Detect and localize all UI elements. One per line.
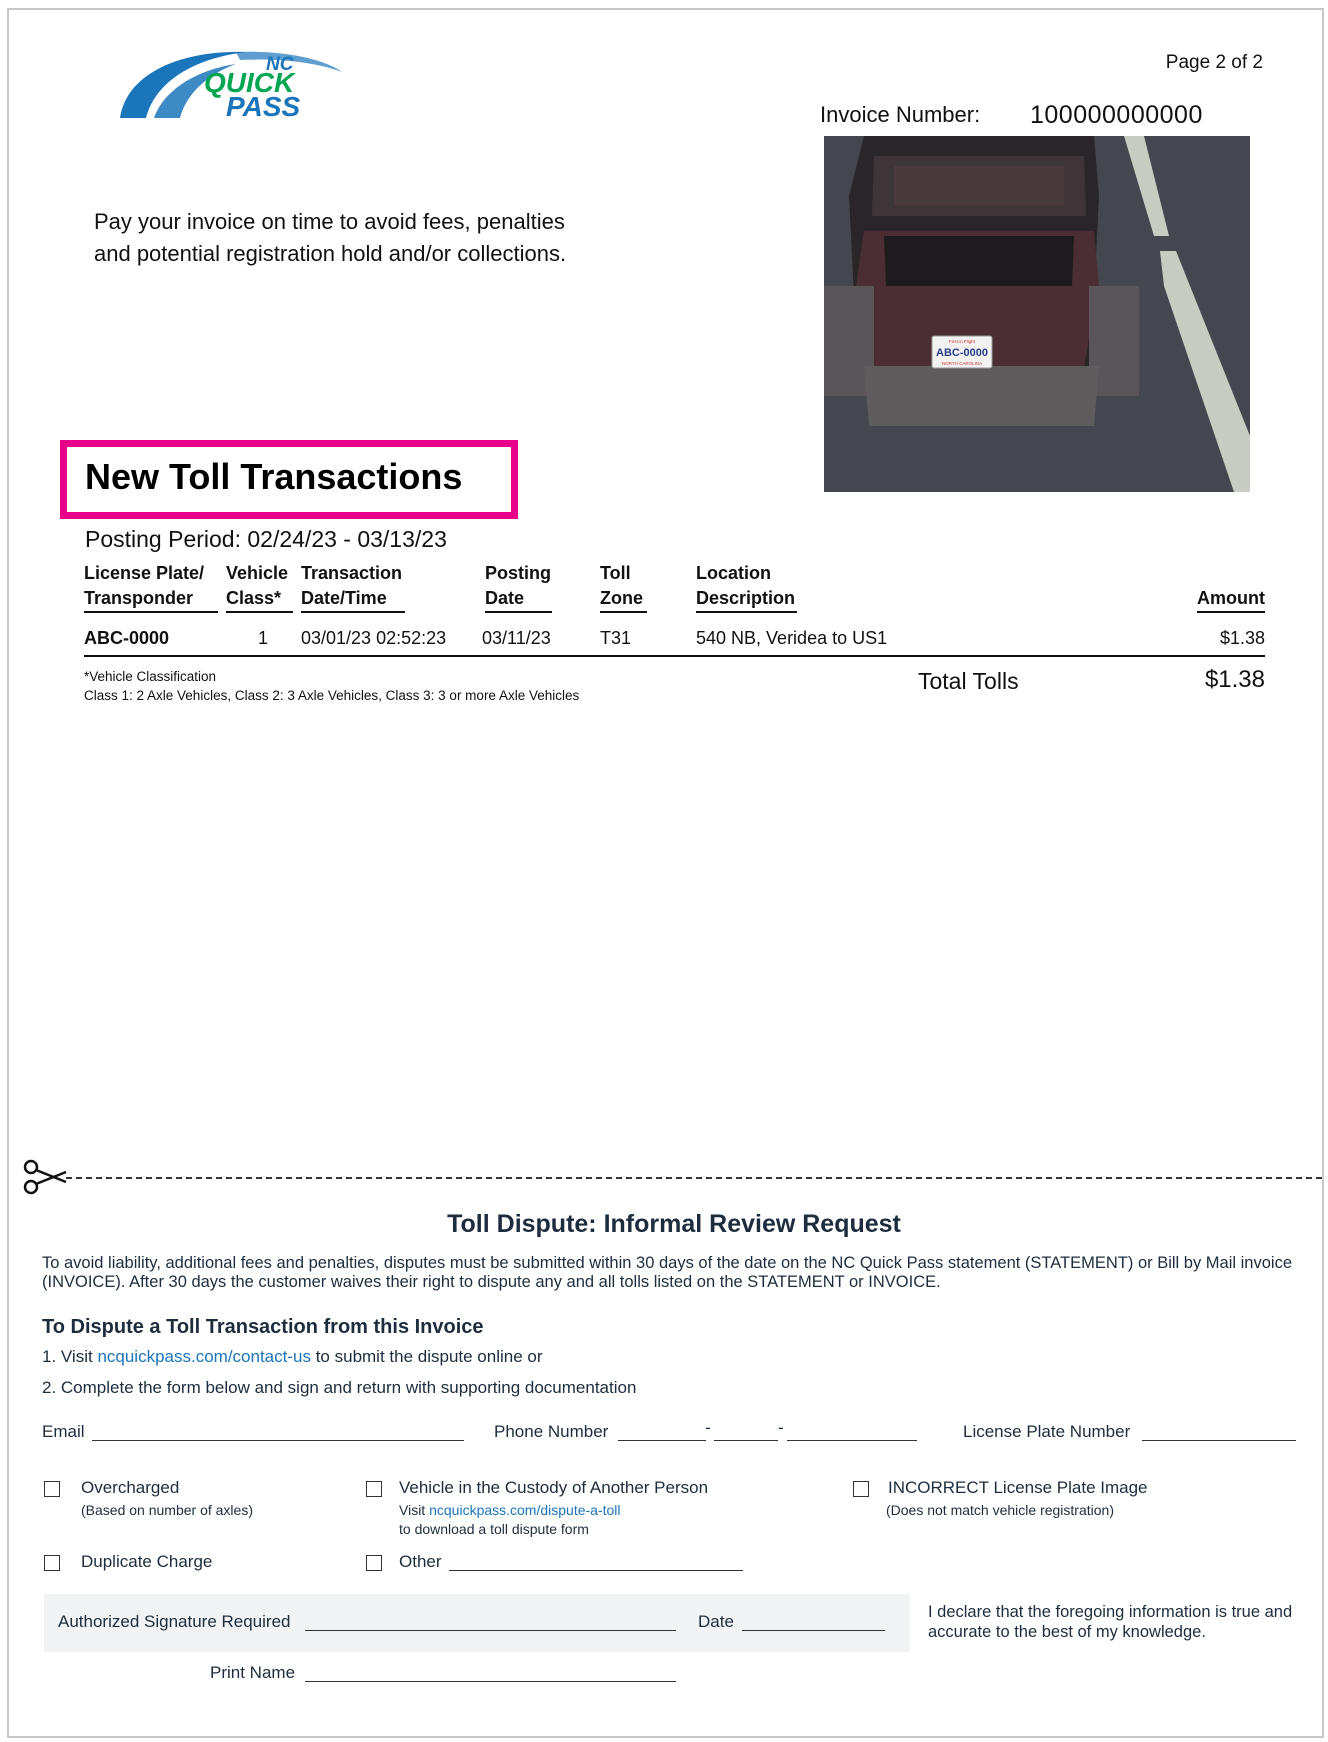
col-header-txn-2: Date/Time xyxy=(301,586,405,613)
incorrect-plate-checkbox[interactable] xyxy=(853,1481,869,1497)
col-header-zone: Toll Zone xyxy=(600,561,647,613)
pay-note-line-2: and potential registration hold and/or c… xyxy=(94,241,567,266)
cell-transaction-datetime: 03/01/23 02:52:23 xyxy=(301,628,447,648)
custody-checkbox[interactable] xyxy=(366,1481,382,1497)
vehicle-photo: First in Flight ABC-0000 NORTH CAROLINA xyxy=(824,136,1250,492)
date-field[interactable] xyxy=(742,1630,885,1631)
signature-label: Authorized Signature Required xyxy=(58,1612,291,1631)
plate-state-top: First in Flight xyxy=(949,339,976,344)
email-label: Email xyxy=(42,1422,85,1441)
posting-period: Posting Period: 02/24/23 - 03/13/23 xyxy=(85,526,447,552)
cell-posting-date: 03/11/23 xyxy=(482,628,551,648)
dispute-intro: To avoid liability, additional fees and … xyxy=(42,1254,1293,1291)
cell-plate: ABC-0000 xyxy=(84,628,170,648)
pay-on-time-note: Pay your invoice on time to avoid fees, … xyxy=(94,206,714,270)
class-note-detail: Class 1: 2 Axle Vehicles, Class 2: 3 Axl… xyxy=(84,688,580,703)
invoice-number-value: 100000000000 xyxy=(1030,101,1203,129)
phone-separator-2: - xyxy=(778,1418,784,1437)
col-header-posting: Posting Date xyxy=(485,561,552,613)
overcharged-checkbox[interactable] xyxy=(44,1481,60,1497)
col-header-transaction: Transaction Date/Time xyxy=(301,561,405,613)
incorrect-plate-label: INCORRECT License Plate Image xyxy=(888,1478,1148,1497)
custody-sub-2: to download a toll dispute form xyxy=(399,1521,589,1537)
plate-state-bottom: NORTH CAROLINA xyxy=(942,361,982,366)
other-field[interactable] xyxy=(449,1570,743,1571)
date-label: Date xyxy=(698,1612,734,1631)
contact-us-link[interactable]: ncquickpass.com/contact-us xyxy=(97,1347,311,1366)
license-plate-label: License Plate Number xyxy=(963,1422,1131,1441)
print-name-label: Print Name xyxy=(210,1663,296,1682)
custody-label: Vehicle in the Custody of Another Person xyxy=(399,1478,709,1497)
col-header-plate: License Plate/ Transponder xyxy=(84,561,218,613)
col-header-post-2: Date xyxy=(485,586,552,613)
duplicate-charge-checkbox[interactable] xyxy=(44,1555,60,1571)
col-header-location: Location Description xyxy=(696,561,797,613)
col-header-amount: Amount xyxy=(1197,586,1265,613)
declaration-text: I declare that the foregoing information… xyxy=(928,1603,1293,1641)
pay-note-line-1: Pay your invoice on time to avoid fees, … xyxy=(94,209,565,234)
print-name-field[interactable] xyxy=(305,1681,676,1682)
license-plate-field[interactable] xyxy=(1142,1440,1296,1441)
duplicate-charge-label: Duplicate Charge xyxy=(81,1552,213,1571)
col-header-plate-2: Transponder xyxy=(84,586,218,613)
col-header-class: Vehicle Class* xyxy=(226,561,293,613)
vehicle-classification-note: *Vehicle Classification Class 1: 2 Axle … xyxy=(84,667,579,705)
col-header-zone-1: Toll xyxy=(600,563,631,583)
col-header-zone-2: Zone xyxy=(600,586,647,613)
col-header-loc-1: Location xyxy=(696,563,771,583)
section-title: New Toll Transactions xyxy=(85,456,463,497)
cell-location: 540 NB, Veridea to US1 xyxy=(696,628,888,648)
step-1-suffix: to submit the dispute online or xyxy=(310,1347,543,1366)
other-checkbox[interactable] xyxy=(366,1555,382,1571)
cell-amount: $1.38 xyxy=(1219,628,1265,648)
signature-field[interactable] xyxy=(305,1630,676,1631)
table-divider xyxy=(84,655,1265,657)
col-header-plate-1: License Plate/ xyxy=(84,563,205,583)
total-tolls-label: Total Tolls xyxy=(918,668,1019,694)
class-note-title: *Vehicle Classification xyxy=(84,669,217,684)
dispute-step-1: 1. Visit ncquickpass.com/contact-us to s… xyxy=(42,1347,543,1367)
custody-visit-text: Visit xyxy=(399,1502,430,1518)
overcharged-sub: (Based on number of axles) xyxy=(81,1502,253,1518)
incorrect-plate-sub: (Does not match vehicle registration) xyxy=(886,1502,1114,1518)
col-header-class-1: Vehicle xyxy=(226,563,289,583)
cell-class: 1 xyxy=(258,628,269,648)
other-label: Other xyxy=(399,1552,442,1571)
page-number: Page 2 of 2 xyxy=(1165,52,1263,73)
cut-line xyxy=(66,1177,1322,1179)
col-header-txn-1: Transaction xyxy=(301,563,403,583)
plate-number-text: ABC-0000 xyxy=(936,347,988,359)
dispute-title: Toll Dispute: Informal Review Request xyxy=(447,1210,901,1238)
col-header-post-1: Posting xyxy=(485,563,551,583)
custody-sub-1: Visit ncquickpass.com/dispute-a-toll xyxy=(399,1501,621,1520)
phone-field-area[interactable] xyxy=(618,1440,706,1441)
scissors-icon xyxy=(22,1158,68,1196)
col-header-loc-2: Description xyxy=(696,586,797,613)
phone-label: Phone Number xyxy=(494,1422,609,1441)
phone-field-prefix[interactable] xyxy=(714,1440,778,1441)
dispute-step-2: 2. Complete the form below and sign and … xyxy=(42,1378,637,1397)
cell-zone: T31 xyxy=(600,628,632,648)
dispute-a-toll-link[interactable]: ncquickpass.com/dispute-a-toll xyxy=(429,1502,620,1518)
email-field[interactable] xyxy=(92,1440,464,1441)
phone-separator-1: - xyxy=(705,1418,711,1437)
step-1-prefix: 1. Visit xyxy=(42,1347,98,1366)
dispute-subtitle: To Dispute a Toll Transaction from this … xyxy=(42,1316,484,1338)
total-tolls-value: $1.38 xyxy=(1204,666,1265,693)
logo-pass-text: PASS xyxy=(226,91,300,122)
nc-quick-pass-logo: NC QUICK PASS xyxy=(116,46,356,122)
phone-field-line[interactable] xyxy=(787,1440,917,1441)
col-header-amount-label: Amount xyxy=(1197,586,1265,613)
overcharged-label: Overcharged xyxy=(81,1478,180,1497)
col-header-class-2: Class* xyxy=(226,586,293,613)
invoice-number-label: Invoice Number: xyxy=(820,102,981,127)
